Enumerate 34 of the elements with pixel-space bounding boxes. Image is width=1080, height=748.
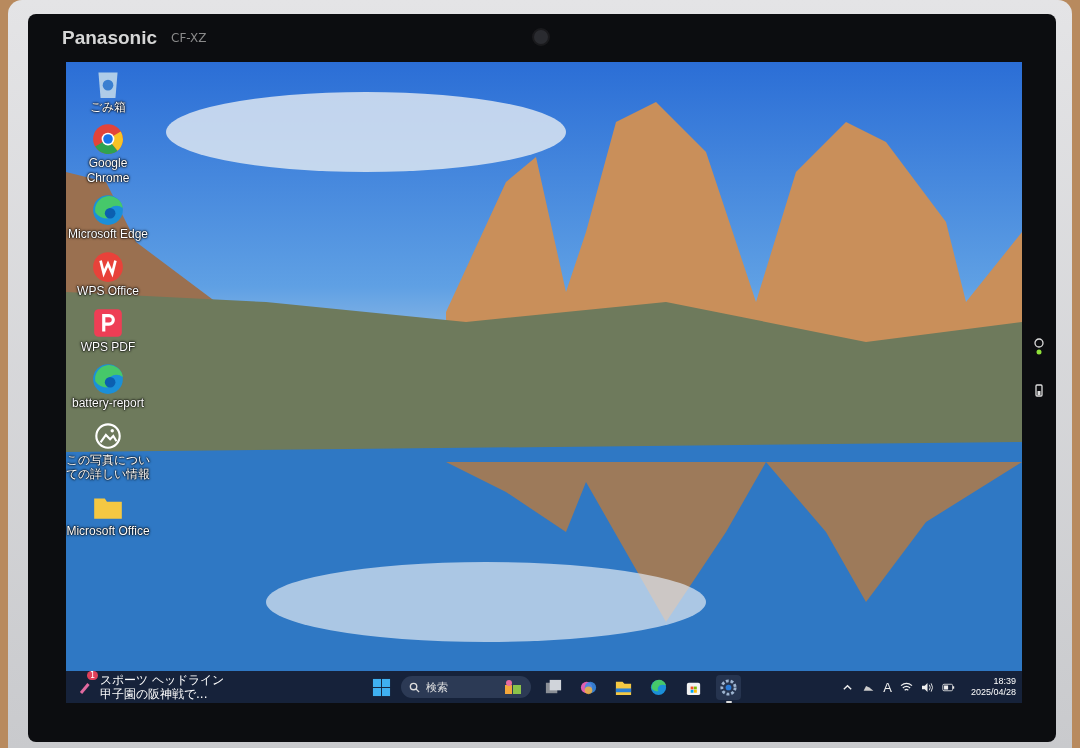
clock-date[interactable]: 2025/04/28 <box>970 687 1016 698</box>
speaker-icon[interactable] <box>920 681 934 693</box>
desktop-icon-label[interactable]: Microsoft Office <box>66 523 150 538</box>
desktop-icon-label[interactable]: この写真についての詳しい情報 <box>66 452 150 482</box>
search-bar[interactable]: 検索 <box>401 676 531 698</box>
battery-icon <box>1033 382 1045 400</box>
browser-icon <box>649 677 668 697</box>
status-light-icon <box>1033 338 1045 356</box>
desktop-icon-label[interactable]: WPS Office <box>77 283 139 298</box>
office-app-icon[interactable] <box>91 249 125 284</box>
gift-icon <box>503 679 523 695</box>
taskbar-app[interactable] <box>716 674 741 700</box>
model-label: CF-XZ <box>171 31 207 45</box>
battery-icon[interactable] <box>941 681 955 693</box>
wifi-icon[interactable] <box>899 681 913 693</box>
running-indicator <box>726 700 732 703</box>
browser-icon[interactable] <box>91 362 125 397</box>
camera-icon <box>532 28 550 46</box>
input-mode-indicator[interactable]: A <box>883 679 892 695</box>
widget-headline[interactable]: スポーツ ヘッドライン <box>100 673 224 687</box>
brand-logo: Panasonic <box>62 27 158 49</box>
desktop-icon-label[interactable]: ごみ箱 <box>90 100 126 115</box>
browser-icon[interactable] <box>91 122 125 157</box>
desktop-icon-label[interactable]: Google Chrome <box>66 156 150 186</box>
start-button[interactable] <box>372 677 391 697</box>
settings-icon <box>719 677 738 697</box>
desktop-icon-label[interactable]: WPS PDF <box>80 339 136 355</box>
widget-subtitle[interactable]: 甲子園の阪神戦で... <box>100 687 224 701</box>
desktop-icon-label[interactable]: battery-report <box>72 396 144 411</box>
search-field[interactable]: 検索 <box>426 681 497 693</box>
clock-time[interactable]: 18:39 <box>993 676 1016 687</box>
search-icon <box>409 681 420 693</box>
browser-icon[interactable] <box>91 193 125 228</box>
notification-badge: 1 <box>87 671 99 680</box>
